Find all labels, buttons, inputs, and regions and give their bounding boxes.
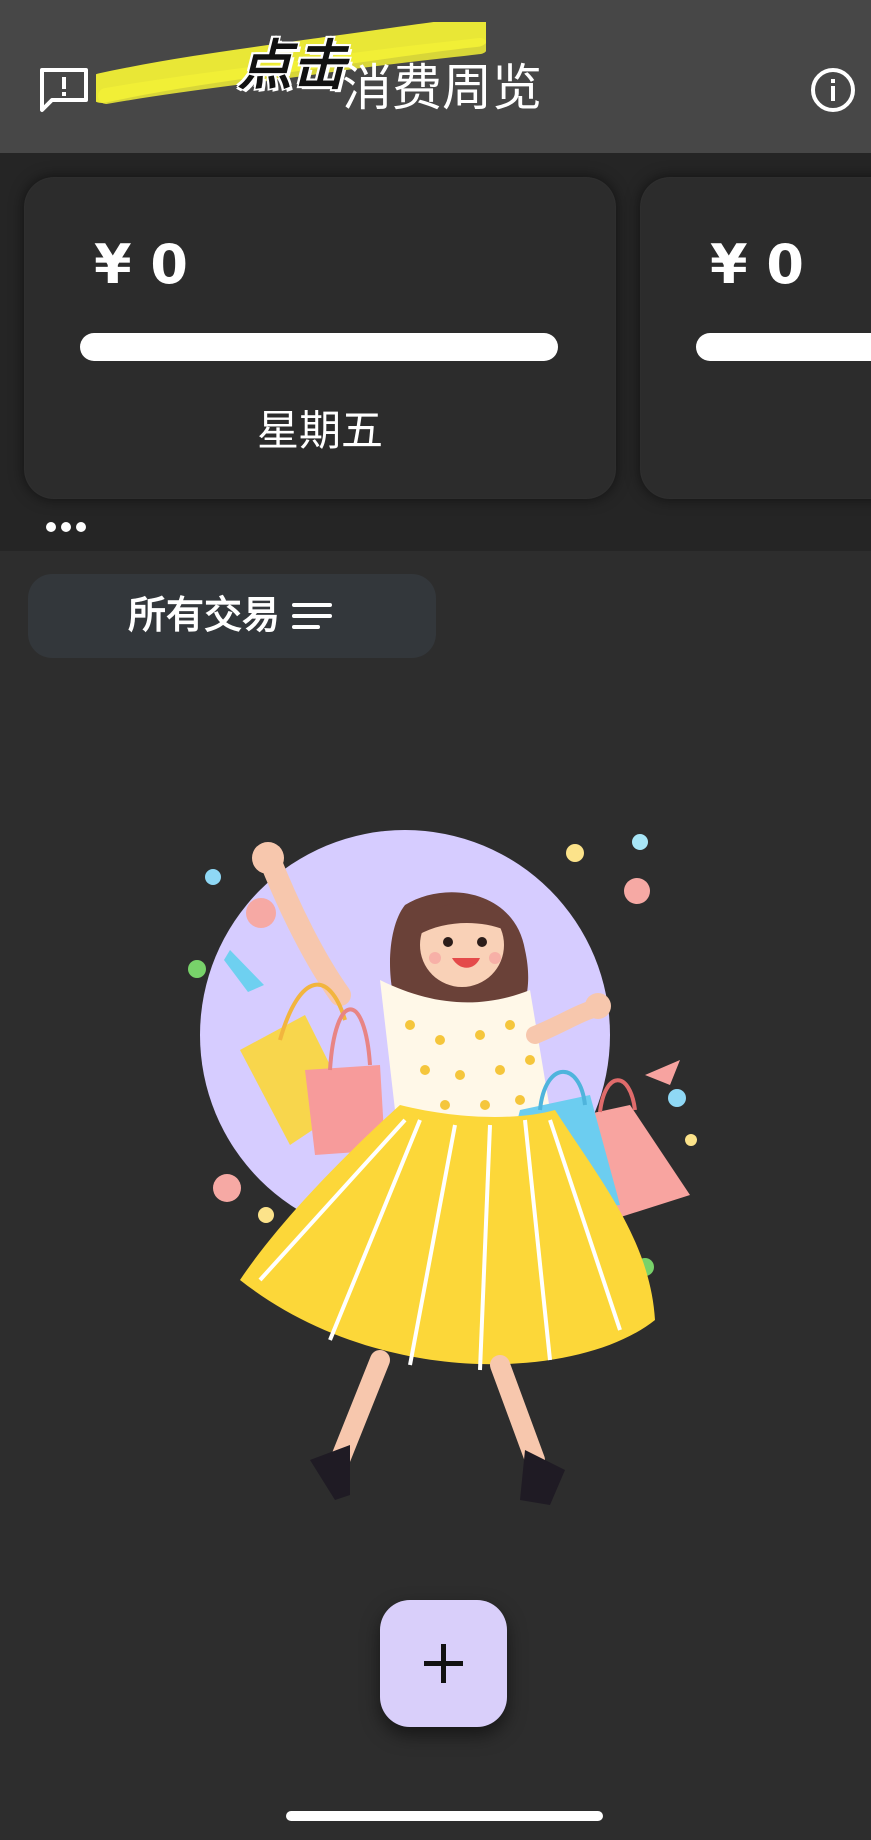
info-icon bbox=[811, 68, 855, 112]
page-title: 消费周览 bbox=[342, 59, 542, 117]
tap-annotation: 点击 bbox=[237, 34, 347, 97]
plus-icon bbox=[424, 1644, 463, 1683]
day-amount: ¥ 0 bbox=[710, 233, 804, 296]
filter-label: 所有交易 bbox=[128, 593, 281, 637]
info-button[interactable] bbox=[809, 66, 857, 114]
day-progress-bar bbox=[80, 333, 558, 361]
shopping-woman-illustration bbox=[188, 830, 697, 1505]
day-card[interactable]: ¥ 0 bbox=[640, 177, 871, 499]
day-label: 星期五 bbox=[256, 406, 383, 455]
day-card[interactable]: ¥ 0 星期五 bbox=[24, 177, 616, 499]
add-transaction-button[interactable] bbox=[380, 1600, 507, 1727]
day-amount: ¥ 0 bbox=[94, 233, 188, 296]
weekly-summary-carousel[interactable]: ¥ 0 星期五 ¥ 0 bbox=[0, 153, 871, 551]
top-app-bar: 点击 消费周览 bbox=[0, 0, 871, 153]
more-dots-icon[interactable] bbox=[46, 522, 88, 536]
day-progress-bar bbox=[696, 333, 871, 361]
home-indicator[interactable] bbox=[286, 1811, 603, 1821]
menu-lines-icon bbox=[292, 603, 332, 629]
feedback-icon bbox=[40, 68, 88, 112]
feedback-button[interactable] bbox=[38, 66, 90, 114]
transaction-filter-button[interactable]: 所有交易 bbox=[28, 574, 436, 658]
